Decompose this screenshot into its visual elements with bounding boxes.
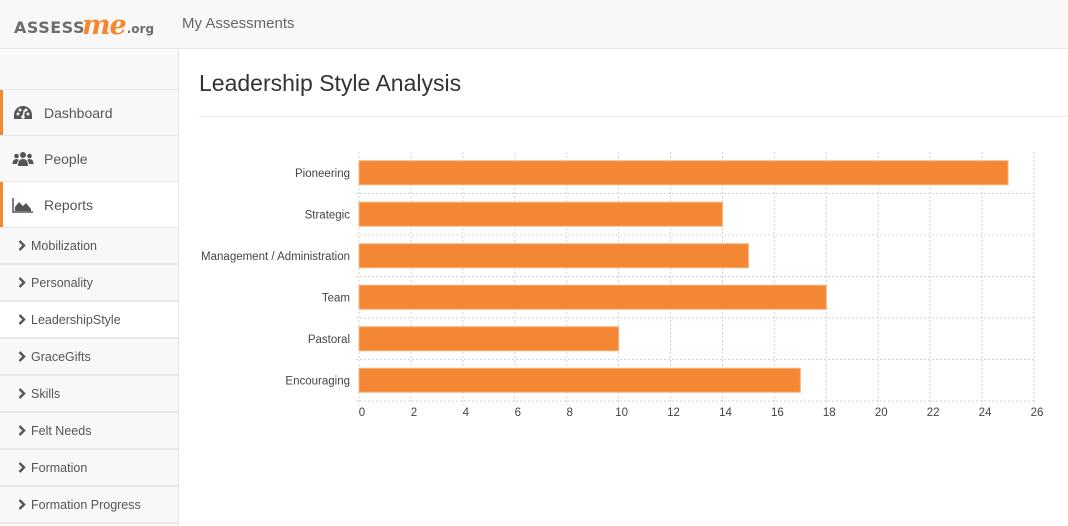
bar-strategic <box>358 201 723 227</box>
bar-pioneering <box>358 160 1009 186</box>
bar-encouraging <box>358 367 801 393</box>
bar-management-administration <box>358 243 749 269</box>
x-tick-label: 12 <box>667 407 680 419</box>
x-tick-label: 10 <box>615 407 628 419</box>
x-tick-label: 16 <box>771 407 784 419</box>
x-tick-label: 0 <box>359 407 365 419</box>
category-label: Management / Administration <box>201 251 350 263</box>
category-label: Strategic <box>305 209 351 221</box>
x-tick-label: 20 <box>875 407 888 419</box>
x-tick-label: 6 <box>515 407 521 419</box>
x-tick-label: 26 <box>1031 407 1044 419</box>
category-label: Pastoral <box>308 334 350 346</box>
x-tick-label: 24 <box>979 407 992 419</box>
x-tick-label: 4 <box>463 407 470 419</box>
x-tick-label: 18 <box>823 407 836 419</box>
bar-pastoral <box>358 326 620 352</box>
x-tick-label: 22 <box>927 407 940 419</box>
bar-team <box>358 284 827 310</box>
x-tick-label: 2 <box>411 407 417 419</box>
x-tick-label: 14 <box>719 407 732 419</box>
leadership-style-bar-chart: Pioneering Strategic Management / Administ… <box>201 152 1044 419</box>
category-label: Team <box>322 292 350 304</box>
x-tick-label: 8 <box>566 407 572 419</box>
category-label: Encouraging <box>285 375 350 387</box>
category-label: Pioneering <box>295 168 350 180</box>
